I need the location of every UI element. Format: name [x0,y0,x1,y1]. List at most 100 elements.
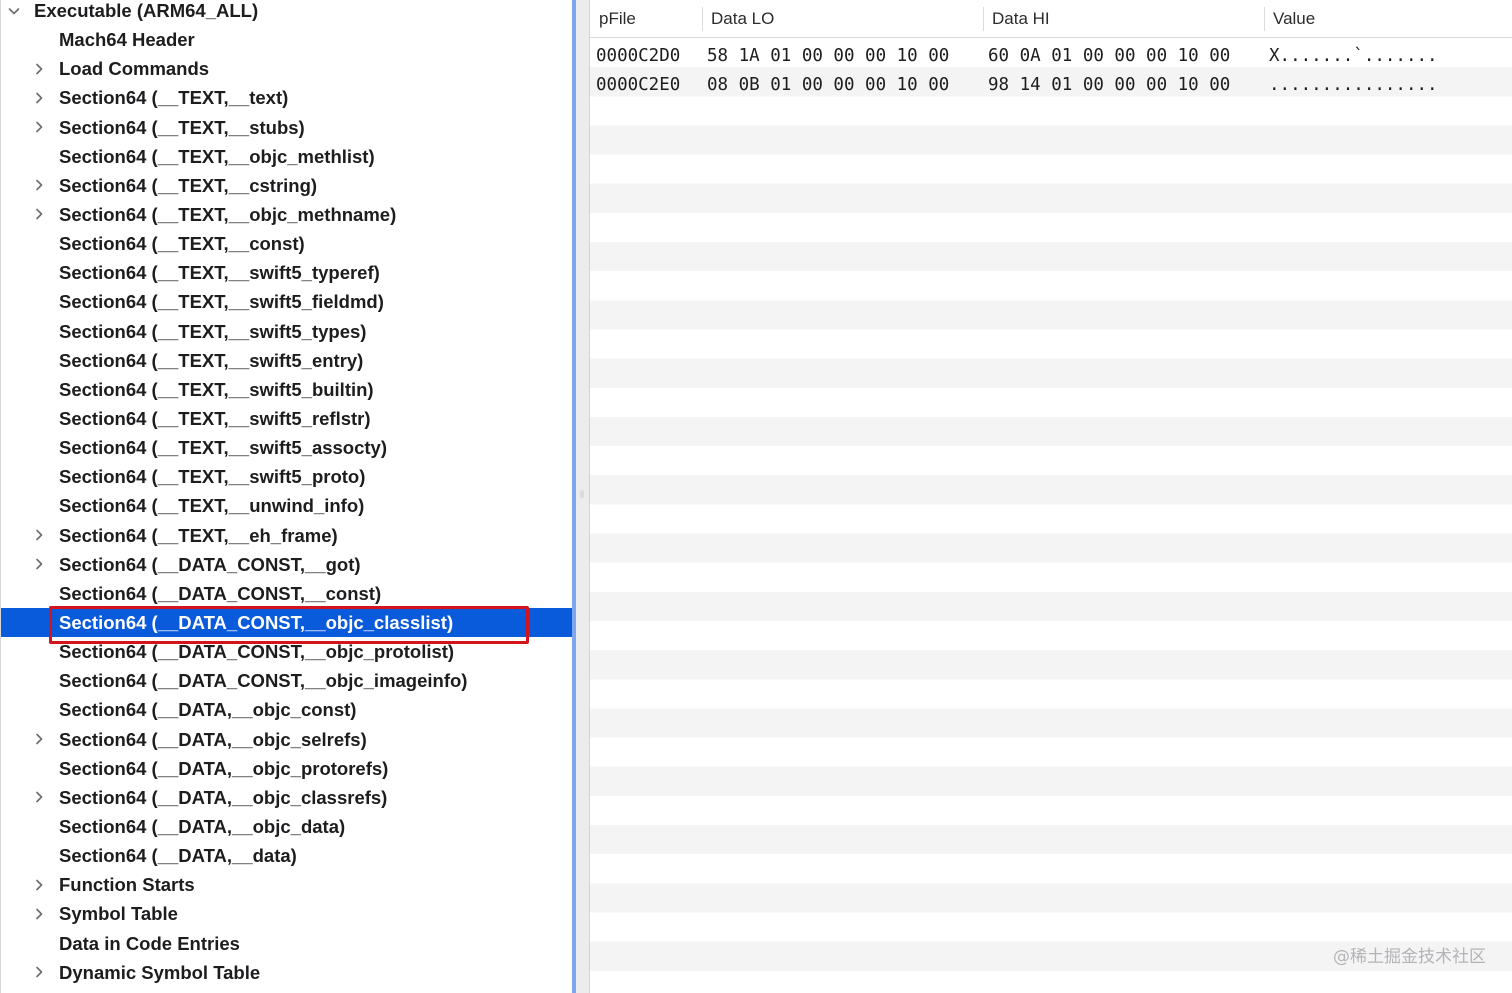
tree-item[interactable]: Section64 (__TEXT,__swift5_types) [1,317,572,346]
split-view-divider[interactable] [572,0,590,993]
tree-item-label: Section64 (__TEXT,__swift5_fieldmd) [59,291,384,313]
tree-item-label: Section64 (__TEXT,__const) [59,233,305,255]
tree-item[interactable]: Section64 (__TEXT,__swift5_proto) [1,462,572,491]
tree-item[interactable]: Section64 (__TEXT,__swift5_builtin) [1,375,572,404]
tree-item-label: Section64 (__DATA_CONST,__objc_classlist… [59,611,454,633]
tree-item-label: Section64 (__TEXT,__objc_methlist) [59,145,375,167]
tree-item[interactable]: Section64 (__DATA,__objc_data) [1,812,572,841]
tree-item[interactable]: Section64 (__TEXT,__eh_frame) [1,521,572,550]
data-table-pane: pFile Data LO Data HI Value 0000C2D0 58 1… [590,0,1512,993]
tree-item[interactable]: Section64 (__TEXT,__swift5_fieldmd) [1,287,572,316]
tree-item[interactable]: Section64 (__DATA_CONST,__got) [1,550,572,579]
chevron-right-icon[interactable] [29,83,49,112]
tree-item-label: Section64 (__TEXT,__unwind_info) [59,495,365,517]
tree-item[interactable]: Section64 (__DATA,__objc_selrefs) [1,725,572,754]
tree-item-label: Executable (ARM64_ALL) [34,0,259,21]
column-separator[interactable] [1264,7,1265,31]
tree-item-selected[interactable]: Section64 (__DATA_CONST,__objc_classlist… [1,607,572,638]
cell-data-hi: 98 14 01 00 00 00 10 00 [988,75,1231,96]
tree-item[interactable]: Section64 (__TEXT,__objc_methname) [1,200,572,229]
table-row[interactable]: 0000C2E0 08 0B 01 00 00 00 10 00 98 14 01 … [590,67,1512,96]
chevron-right-icon[interactable] [29,870,49,899]
tree-item-label: Section64 (__DATA,__objc_protorefs) [59,757,389,779]
column-separator[interactable] [983,7,984,31]
tree-item-label: Section64 (__DATA_CONST,__objc_imageinfo… [59,670,468,692]
tree-item[interactable]: Section64 (__DATA_CONST,__objc_imageinfo… [1,666,572,695]
table-row[interactable]: 0000C2D0 58 1A 01 00 00 00 10 00 60 0A 01 … [590,38,1512,67]
tree-item-label: Dynamic Symbol Table [59,961,261,983]
tree-item-label: Section64 (__TEXT,__cstring) [59,174,318,196]
tree-item[interactable]: Section64 (__TEXT,__const) [1,229,572,258]
column-header-data-hi[interactable]: Data HI [992,0,1050,37]
tree-item[interactable]: Function Starts [1,870,572,899]
tree-item-label: Section64 (__DATA,__objc_const) [59,699,357,721]
tree-item-label: Section64 (__DATA,__data) [59,845,297,867]
tree-item[interactable]: Section64 (__TEXT,__swift5_entry) [1,346,572,375]
chevron-right-icon[interactable] [29,54,49,83]
chevron-right-icon[interactable] [29,899,49,928]
column-header-value[interactable]: Value [1273,0,1315,37]
tree-item-label: Section64 (__TEXT,__eh_frame) [59,524,338,546]
chevron-right-icon[interactable] [29,521,49,550]
tree-item-label: Section64 (__DATA,__objc_selrefs) [59,728,367,750]
tree-item[interactable]: Section64 (__DATA_CONST,__const) [1,579,572,608]
tree-item-label: Symbol Table [59,903,178,925]
chevron-right-icon[interactable] [29,171,49,200]
tree-item[interactable]: Symbol Table [1,899,572,928]
machoview-window: Executable (ARM64_ALL) Mach64 Header Load … [0,0,1512,993]
tree-item-label: Section64 (__DATA,__objc_classrefs) [59,786,388,808]
tree-item-label: Section64 (__DATA_CONST,__const) [59,582,382,604]
divider-grip[interactable] [580,490,584,498]
tree-item-label: Section64 (__TEXT,__swift5_reflstr) [59,407,371,429]
chevron-right-icon[interactable] [29,783,49,812]
tree-item-label: Section64 (__DATA,__objc_data) [59,815,346,837]
tree-item[interactable]: Section64 (__TEXT,__unwind_info) [1,491,572,520]
chevron-right-icon[interactable] [29,550,49,579]
tree-item[interactable]: Data in Code Entries [1,929,572,958]
tree-item-label: Function Starts [59,874,195,896]
table-header: pFile Data LO Data HI Value [590,0,1512,38]
tree-item[interactable]: Section64 (__TEXT,__swift5_reflstr) [1,404,572,433]
table-body: 0000C2D0 58 1A 01 00 00 00 10 00 60 0A 01 … [590,38,1512,993]
tree-item-label: Load Commands [59,58,210,80]
tree-item-label: Section64 (__TEXT,__text) [59,87,289,109]
section-tree: Executable (ARM64_ALL) Mach64 Header Load … [1,0,572,987]
tree-item[interactable]: Section64 (__TEXT,__swift5_typeref) [1,258,572,287]
chevron-right-icon[interactable] [29,958,49,987]
outline-pane[interactable]: Executable (ARM64_ALL) Mach64 Header Load … [0,0,572,993]
tree-item[interactable]: Section64 (__DATA,__objc_protorefs) [1,754,572,783]
tree-item[interactable]: Section64 (__TEXT,__objc_methlist) [1,142,572,171]
tree-item[interactable]: Section64 (__TEXT,__text) [1,83,572,112]
tree-item-label: Section64 (__TEXT,__swift5_entry) [59,349,364,371]
tree-item-label: Section64 (__TEXT,__stubs) [59,116,305,138]
column-header-pfile[interactable]: pFile [599,0,636,37]
tree-item-label: Section64 (__TEXT,__swift5_proto) [59,466,366,488]
tree-item[interactable]: Section64 (__TEXT,__stubs) [1,113,572,142]
watermark-text: @稀土掘金技术社区 [1333,947,1486,967]
tree-item-label: Section64 (__TEXT,__swift5_builtin) [59,378,374,400]
tree-item[interactable]: Executable (ARM64_ALL) [1,0,572,25]
chevron-right-icon[interactable] [29,113,49,142]
tree-item-label: Section64 (__DATA_CONST,__got) [59,553,361,575]
tree-item[interactable]: Section64 (__DATA,__data) [1,841,572,870]
column-header-data-lo[interactable]: Data LO [711,0,774,37]
tree-item[interactable]: Load Commands [1,54,572,83]
tree-item[interactable]: Mach64 Header [1,25,572,54]
tree-item-label: Mach64 Header [59,29,195,51]
tree-item[interactable]: Section64 (__DATA,__objc_const) [1,695,572,724]
chevron-right-icon[interactable] [29,725,49,754]
column-separator[interactable] [702,7,703,31]
chevron-right-icon[interactable] [29,200,49,229]
tree-item-label: Data in Code Entries [59,932,240,954]
tree-item-label: Section64 (__DATA_CONST,__objc_protolist… [59,641,455,663]
tree-item[interactable]: Section64 (__DATA,__objc_classrefs) [1,783,572,812]
chevron-down-icon[interactable] [4,0,24,25]
cell-data-lo: 08 0B 01 00 00 00 10 00 [707,75,950,96]
tree-item-label: Section64 (__TEXT,__objc_methname) [59,203,397,225]
cell-value: ................ [1269,75,1438,96]
tree-item[interactable]: Section64 (__TEXT,__cstring) [1,171,572,200]
tree-item-label: Section64 (__TEXT,__swift5_assocty) [59,437,388,459]
tree-item[interactable]: Section64 (__DATA_CONST,__objc_protolist… [1,637,572,666]
tree-item[interactable]: Dynamic Symbol Table [1,958,572,987]
tree-item[interactable]: Section64 (__TEXT,__swift5_assocty) [1,433,572,462]
